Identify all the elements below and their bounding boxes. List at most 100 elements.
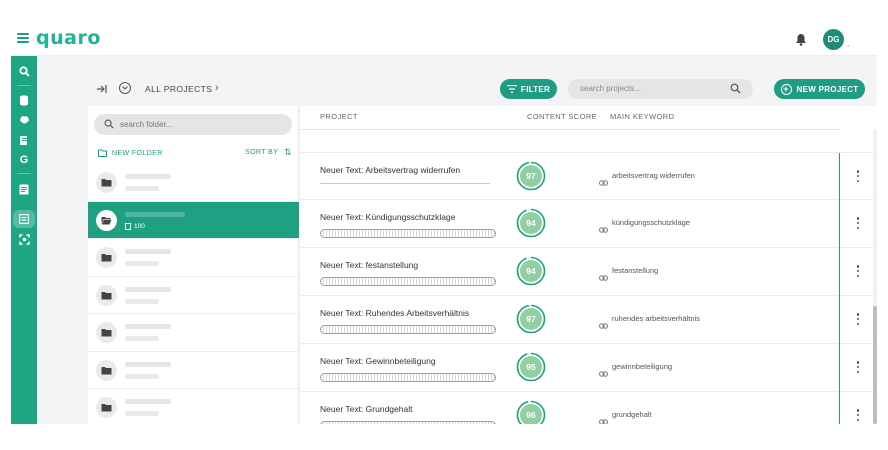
scrollbar-thumb[interactable] (873, 306, 877, 424)
more-options-icon[interactable] (856, 361, 860, 373)
folder-meta-redacted (125, 336, 159, 341)
chevron-down-circle-icon[interactable] (119, 82, 131, 94)
content-score-badge: 96 (516, 400, 546, 424)
menu-icon[interactable] (17, 33, 29, 43)
project-meta-redacted (320, 325, 496, 334)
content-score-value: 96 (526, 410, 536, 420)
scan-icon[interactable] (17, 232, 31, 246)
filter-button[interactable]: FILTER (500, 79, 557, 99)
column-header-project[interactable]: PROJECT (320, 112, 358, 121)
folder-meta-redacted (125, 261, 159, 266)
folder-item[interactable] (88, 164, 299, 202)
table-row[interactable]: Neuer Text: festanstellung 94 festanstellu… (300, 248, 877, 296)
more-options-icon[interactable] (856, 217, 860, 229)
collapse-panel-icon[interactable] (96, 83, 108, 95)
more-options-icon[interactable] (856, 265, 860, 277)
column-header-main-keyword[interactable]: MAIN KEYWORD (610, 112, 674, 121)
folder-name-redacted (125, 286, 171, 292)
project-title[interactable]: Neuer Text: Ruhendes Arbeitsverhältnis (320, 308, 469, 318)
folder-item[interactable] (88, 314, 299, 352)
chevron-right-icon[interactable]: › (215, 82, 219, 94)
project-title[interactable]: Neuer Text: Gewinnbeteiligung (320, 356, 436, 366)
folder-count-value: 100 (134, 222, 145, 230)
folder-name-redacted (125, 211, 185, 217)
table-row[interactable]: Neuer Text: Grundgehalt 96 grundgehalt (300, 392, 877, 424)
folder-item[interactable] (88, 239, 299, 277)
table-row[interactable]: Neuer Text: Arbeitsvertrag widerrufen 97 a… (300, 152, 877, 201)
brain-icon[interactable] (17, 113, 31, 127)
app-logo[interactable]: quaro (36, 27, 101, 49)
column-header-content-score[interactable]: CONTENT SCORE (527, 112, 597, 121)
main-keyword: kündigungsschutzklage (612, 218, 690, 227)
table-row[interactable]: Neuer Text: Ruhendes Arbeitsverhältnis 97… (300, 296, 877, 344)
avatar[interactable]: DG (823, 29, 844, 50)
document-stack-icon[interactable] (17, 133, 31, 147)
folder-meta-redacted (125, 186, 159, 191)
more-options-icon[interactable] (856, 313, 860, 325)
new-folder-label: NEW FOLDER (112, 149, 163, 157)
search-icon[interactable] (17, 64, 31, 78)
project-meta-redacted (320, 229, 496, 238)
row-divider (839, 153, 840, 201)
folder-item[interactable]: 100 (88, 201, 299, 239)
sort-icon[interactable]: ⇅ (284, 147, 292, 158)
project-meta-redacted (320, 277, 496, 286)
new-folder-button[interactable]: NEW FOLDER (98, 149, 163, 157)
filter-icon (506, 85, 517, 93)
content-score-value: 97 (526, 314, 536, 324)
breadcrumb[interactable]: ALL PROJECTS (145, 84, 212, 94)
folder-panel: search folder... NEW FOLDER SORT BY ⇅ 10… (88, 106, 299, 424)
content-score-value: 94 (526, 218, 536, 228)
folder-item[interactable] (88, 352, 299, 389)
table-row[interactable]: Neuer Text: Kündigungsschutzklage 94 kündi… (300, 200, 877, 248)
project-meta-redacted (320, 183, 490, 184)
more-options-icon[interactable] (856, 170, 860, 182)
project-search-input[interactable]: search projects... (568, 79, 753, 99)
folder-item[interactable] (88, 389, 299, 424)
filter-label: FILTER (520, 84, 551, 94)
search-icon[interactable] (730, 83, 741, 94)
project-title[interactable]: Neuer Text: Kündigungsschutzklage (320, 212, 455, 222)
row-divider (839, 296, 840, 344)
new-project-button[interactable]: + NEW PROJECT (774, 79, 865, 99)
projects-toolbar: ALL PROJECTS › FILTER search projects...… (88, 76, 877, 106)
row-divider (839, 248, 840, 296)
link-icon (599, 268, 608, 281)
avatar-menu-caret[interactable]: , (847, 39, 849, 48)
projects-icon[interactable] (13, 210, 35, 228)
folder-icon (96, 322, 117, 343)
folder-icon (96, 284, 117, 306)
folder-item[interactable] (88, 277, 299, 314)
content-score-value: 97 (526, 171, 536, 181)
table-row[interactable]: Neuer Text: Gewinnbeteiligung 95 gewinnbet… (300, 344, 877, 392)
main-keyword: festanstellung (612, 266, 659, 275)
folder-name-redacted (125, 249, 171, 254)
document-icon (125, 222, 131, 230)
search-icon (104, 119, 114, 129)
folder-icon (96, 247, 117, 268)
folder-name-redacted (125, 361, 171, 367)
bell-icon[interactable] (795, 33, 807, 46)
content-score-badge: 94 (516, 208, 546, 238)
row-divider (839, 344, 840, 392)
database-icon[interactable] (17, 93, 31, 107)
rail-divider (17, 173, 31, 174)
main-keyword: ruhendes arbeitsverhältnis (612, 314, 700, 323)
project-title[interactable]: Neuer Text: festanstellung (320, 260, 418, 270)
folder-meta-redacted (125, 411, 159, 416)
top-bar: quaro DG , (11, 22, 877, 56)
more-options-icon[interactable] (856, 409, 860, 421)
project-title[interactable]: Neuer Text: Arbeitsvertrag widerrufen (320, 165, 460, 175)
main-keyword: grundgehalt (612, 410, 652, 419)
main-keyword: gewinnbeteiligung (612, 362, 673, 371)
project-rows: Neuer Text: Arbeitsvertrag widerrufen 97 a… (300, 152, 877, 424)
sort-by-button[interactable]: SORT BY (245, 149, 278, 156)
folder-list: 100 (88, 164, 299, 424)
editor-icon[interactable] (17, 182, 31, 196)
project-title[interactable]: Neuer Text: Grundgehalt (320, 404, 412, 414)
folder-search-placeholder: search folder... (120, 119, 173, 129)
google-icon[interactable]: G (17, 153, 31, 167)
folder-search-input[interactable]: search folder... (94, 114, 292, 135)
app-window: quaro DG , G ALL PROJECTS › FILTER searc… (11, 22, 877, 424)
row-divider (839, 392, 840, 424)
